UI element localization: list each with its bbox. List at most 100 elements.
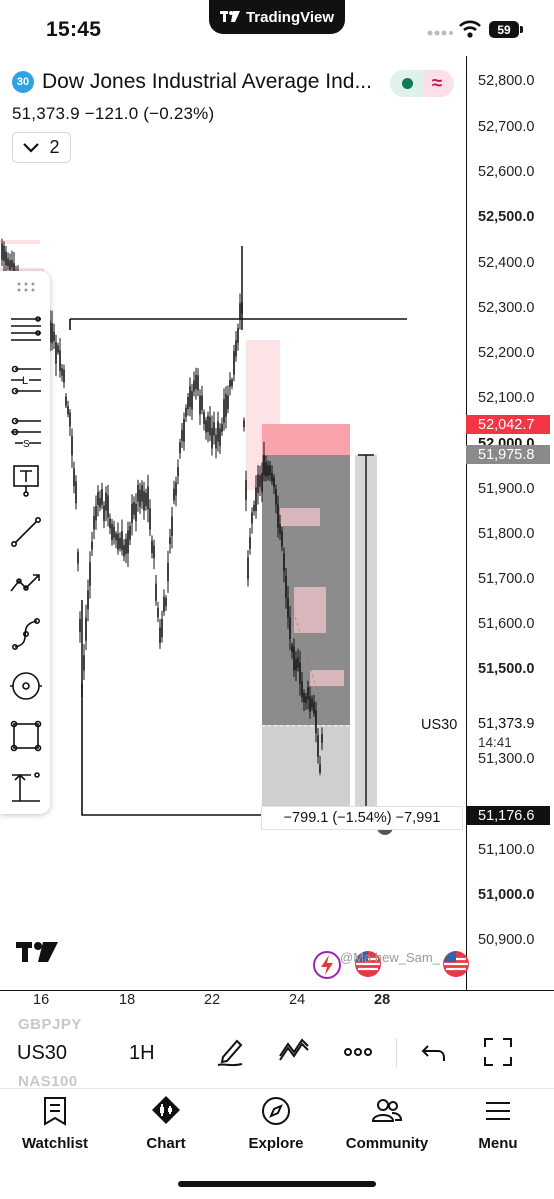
candle-body <box>217 421 219 442</box>
nav-label: Watchlist <box>21 1135 89 1152</box>
candle-body <box>133 502 135 515</box>
price-tag-upper: 52,042.7 <box>466 415 550 434</box>
indicators-toggle-button[interactable]: 2 <box>12 132 71 163</box>
candle-body <box>157 607 159 618</box>
candle-body <box>97 492 99 505</box>
measure-icon[interactable] <box>9 769 43 803</box>
circle-icon[interactable] <box>9 669 43 703</box>
candle-body <box>171 516 173 536</box>
previous-symbol[interactable]: GBPJPY <box>18 1016 82 1033</box>
candle-body <box>183 418 185 442</box>
candle-body <box>109 518 111 529</box>
drag-handle-icon[interactable] <box>14 275 38 299</box>
candle-body <box>223 399 225 423</box>
candle-body <box>191 391 193 410</box>
indicators-icon[interactable] <box>278 1036 310 1068</box>
candle-body <box>187 396 189 410</box>
nav-label: Menu <box>478 1135 518 1152</box>
candle-body <box>309 696 311 712</box>
undo-icon[interactable] <box>418 1036 450 1068</box>
candle-body <box>287 598 289 618</box>
time-label: 28 <box>374 992 391 1008</box>
price-chart[interactable] <box>0 230 466 990</box>
nav-label: Community <box>345 1135 429 1152</box>
candle-body <box>261 472 263 493</box>
candle-body <box>141 485 143 502</box>
app-banner: TradingView <box>209 0 345 34</box>
nav-menu[interactable]: Menu <box>443 1095 553 1152</box>
candle-body <box>253 504 255 512</box>
target-zone[interactable] <box>262 725 350 815</box>
candle-body <box>173 488 175 501</box>
candle-body <box>239 303 241 320</box>
nav-community[interactable]: Community <box>332 1095 442 1152</box>
horizontal-lines-icon[interactable] <box>9 311 43 345</box>
svg-text:L: L <box>22 375 28 387</box>
candle-body <box>101 489 103 505</box>
price-tick: 51,000.0 <box>478 887 535 903</box>
candle-body <box>113 526 115 538</box>
candle-body <box>127 530 129 554</box>
candle-body <box>201 395 203 410</box>
nav-label: Explore <box>248 1135 304 1152</box>
curve-icon[interactable] <box>9 617 43 651</box>
candle-body <box>5 251 7 266</box>
rectangle-icon[interactable] <box>9 719 43 753</box>
candle-body <box>281 531 283 547</box>
long-position-icon[interactable]: L <box>9 363 43 397</box>
wifi-icon <box>459 20 481 38</box>
candle-body <box>61 368 63 376</box>
candle-body <box>273 477 275 487</box>
nav-border <box>0 1088 554 1089</box>
measure-label: −799.1 (−1.54%) −7,991 <box>261 806 463 830</box>
sell-stop-zone[interactable] <box>262 424 350 456</box>
candle-body <box>125 539 127 555</box>
price-tick: 52,400.0 <box>478 255 535 271</box>
draw-icon[interactable] <box>214 1036 246 1068</box>
home-indicator <box>178 1181 376 1187</box>
candle-body <box>277 504 279 528</box>
nav-chart[interactable]: Chart <box>111 1095 221 1152</box>
toolbar-divider <box>396 1038 397 1068</box>
candle-body <box>265 462 267 477</box>
chart-icon <box>152 1096 180 1124</box>
candle-body <box>153 545 155 559</box>
zone-marker <box>0 240 40 244</box>
arrow-line-icon[interactable] <box>9 567 43 601</box>
app-banner-label: TradingView <box>245 8 335 26</box>
candle-body <box>225 393 227 417</box>
interval-selector[interactable]: 1H <box>129 1042 155 1065</box>
short-position-icon[interactable]: S <box>9 415 43 449</box>
time-label: 22 <box>204 992 221 1008</box>
nav-watchlist[interactable]: Watchlist <box>0 1095 110 1152</box>
candle-body <box>251 512 253 524</box>
symbol-title[interactable]: Dow Jones Industrial Average Ind... <box>42 70 387 94</box>
text-icon[interactable] <box>9 463 43 497</box>
market-status-chip[interactable]: ≈ <box>390 70 454 97</box>
candle-body <box>203 412 205 424</box>
candle-body <box>257 474 259 494</box>
boost-icon[interactable] <box>312 950 342 980</box>
candle-body <box>199 395 201 415</box>
candle-body <box>55 342 57 364</box>
more-icon[interactable] <box>342 1036 374 1068</box>
price-tick: 52,100.0 <box>478 390 535 406</box>
candle-body <box>291 645 293 652</box>
community-icon <box>371 1099 403 1122</box>
symbol-selector[interactable]: US30 <box>17 1042 67 1065</box>
nav-explore[interactable]: Explore <box>221 1095 331 1152</box>
candle-body <box>185 407 187 417</box>
candle-body <box>73 468 75 486</box>
us-flag-icon <box>443 951 469 977</box>
candle-body <box>147 486 149 509</box>
candle-body <box>293 646 295 671</box>
candle-body <box>319 764 321 773</box>
candle-body <box>271 472 273 482</box>
candle-body <box>279 524 281 534</box>
fullscreen-icon[interactable] <box>482 1036 514 1068</box>
trend-line-icon[interactable] <box>9 515 43 549</box>
candle-body <box>79 618 81 633</box>
candle-body <box>189 386 191 407</box>
battery-icon: 59 <box>489 21 523 38</box>
candle-body <box>289 617 291 639</box>
